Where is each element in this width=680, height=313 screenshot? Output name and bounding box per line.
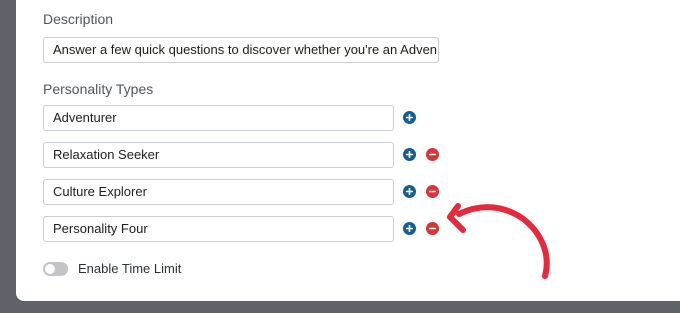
personality-type-input[interactable]: Personality Four	[43, 216, 394, 242]
personality-types-label: Personality Types	[43, 81, 154, 97]
remove-personality-button[interactable]	[426, 185, 439, 198]
add-personality-button[interactable]	[403, 111, 416, 124]
toggle-knob	[45, 264, 55, 274]
personality-type-input[interactable]: Adventurer	[43, 105, 394, 131]
time-limit-toggle[interactable]	[43, 262, 68, 276]
minus-icon	[429, 227, 436, 230]
add-personality-button[interactable]	[403, 185, 416, 198]
minus-icon	[429, 153, 436, 156]
plus-icon	[406, 188, 413, 195]
description-label: Description	[43, 11, 114, 27]
add-personality-button[interactable]	[403, 148, 416, 161]
remove-personality-button[interactable]	[426, 222, 439, 235]
minus-icon	[429, 190, 436, 193]
time-limit-label: Enable Time Limit	[78, 261, 182, 276]
add-personality-button[interactable]	[403, 222, 416, 235]
plus-icon	[406, 151, 413, 158]
personality-type-input[interactable]: Relaxation Seeker	[43, 142, 394, 168]
settings-panel: Description Answer a few quick questions…	[16, 0, 680, 301]
description-input[interactable]: Answer a few quick questions to discover…	[43, 37, 439, 63]
remove-personality-button[interactable]	[426, 148, 439, 161]
personality-type-input[interactable]: Culture Explorer	[43, 179, 394, 205]
plus-icon	[406, 225, 413, 232]
plus-icon	[406, 114, 413, 121]
